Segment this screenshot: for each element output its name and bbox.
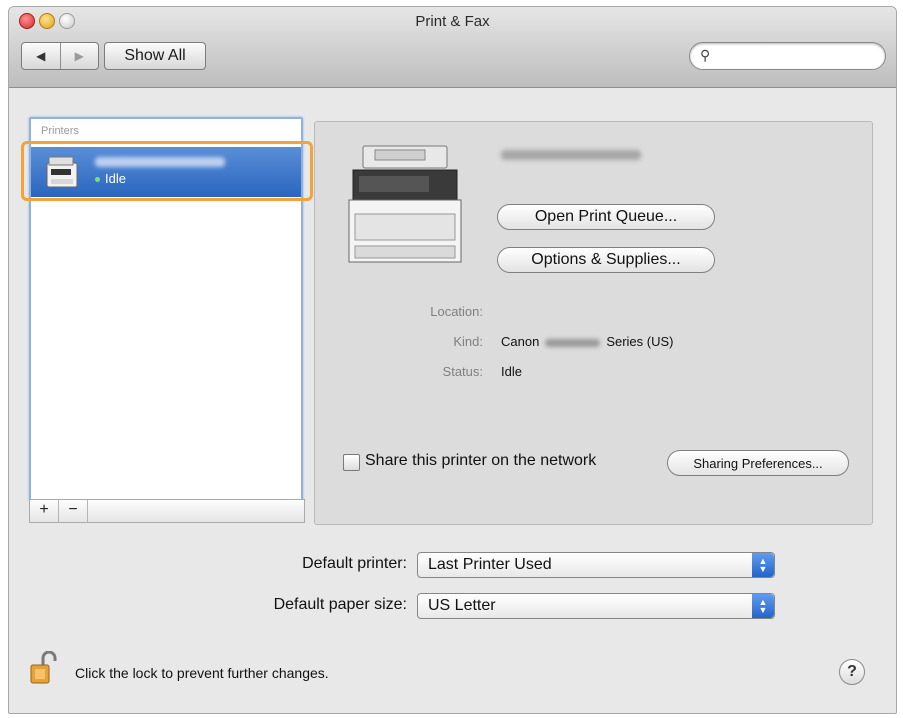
- status-label: Status:: [442, 364, 483, 379]
- back-forward-control: ◀ ▶: [21, 42, 99, 70]
- forward-button[interactable]: ▶: [59, 43, 99, 69]
- default-paper-size-popup[interactable]: US Letter ▲ ▼: [417, 593, 775, 619]
- popup-arrows-icon: ▲ ▼: [752, 553, 774, 577]
- back-arrow-icon: ◀: [36, 49, 46, 63]
- add-remove-bar: + −: [29, 499, 305, 523]
- search-icon: ⚲: [700, 47, 711, 63]
- kind-label: Kind:: [453, 334, 483, 349]
- kind-brand: Canon: [501, 334, 540, 349]
- remove-printer-button[interactable]: −: [59, 500, 88, 522]
- selected-printer-highlight: [21, 141, 313, 201]
- options-supplies-button[interactable]: Options & Supplies...: [497, 247, 715, 273]
- title-bar: Print & Fax ◀ ▶ Show All ⚲: [9, 7, 896, 88]
- share-printer-label[interactable]: Share this printer on the network: [365, 452, 596, 470]
- search-field[interactable]: ⚲: [689, 42, 886, 70]
- back-button[interactable]: ◀: [22, 43, 60, 69]
- kind-value: Canon Series (US): [501, 334, 674, 349]
- default-printer-label: Default printer:: [302, 555, 407, 572]
- default-paper-size-value: US Letter: [428, 597, 496, 614]
- printer-detail-panel: Open Print Queue... Options & Supplies..…: [314, 121, 873, 525]
- default-printer-popup[interactable]: Last Printer Used ▲ ▼: [417, 552, 775, 578]
- model-redacted: [545, 338, 601, 347]
- location-label: Location:: [430, 304, 483, 319]
- forward-arrow-icon: ▶: [74, 49, 84, 63]
- share-printer-checkbox[interactable]: [343, 454, 360, 471]
- popup-arrows-icon: ▲ ▼: [752, 594, 774, 618]
- sharing-preferences-button[interactable]: Sharing Preferences...: [667, 450, 849, 476]
- window-title: Print & Fax: [415, 13, 490, 30]
- lock-message: Click the lock to prevent further change…: [75, 665, 329, 681]
- printers-list-header: Printers: [41, 125, 79, 137]
- open-print-queue-button[interactable]: Open Print Queue...: [497, 204, 715, 230]
- help-button[interactable]: ?: [839, 659, 865, 685]
- printer-address-redacted: [501, 150, 641, 160]
- printer-icon: [348, 145, 462, 263]
- add-printer-button[interactable]: +: [30, 500, 59, 522]
- kind-series: Series (US): [606, 334, 674, 349]
- print-fax-window: Print & Fax ◀ ▶ Show All ⚲ Printers Idle…: [8, 6, 897, 714]
- default-printer-value: Last Printer Used: [428, 556, 552, 573]
- status-value: Idle: [501, 364, 522, 379]
- default-paper-size-label: Default paper size:: [273, 596, 407, 613]
- unlocked-padlock-icon[interactable]: [29, 651, 57, 685]
- show-all-button[interactable]: Show All: [104, 42, 206, 70]
